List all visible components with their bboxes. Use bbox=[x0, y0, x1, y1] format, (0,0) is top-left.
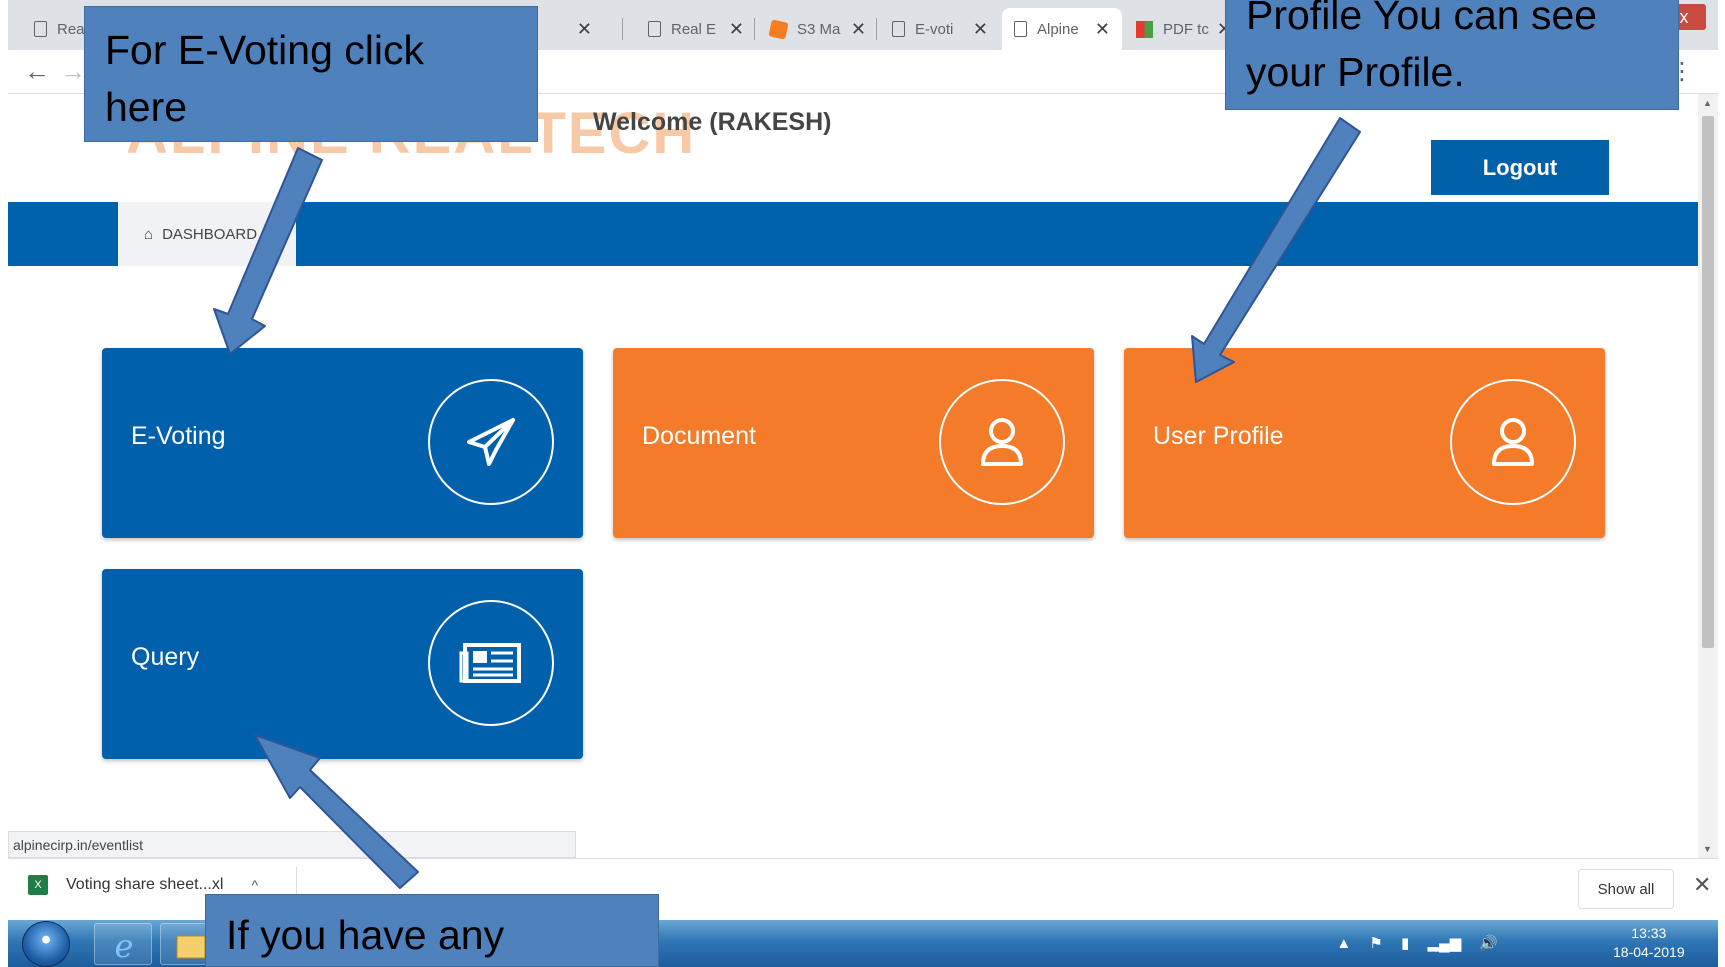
browser-tab-3[interactable]: Real E ✕ bbox=[636, 8, 756, 50]
page-content: ALPINE REALTECH Welcome (RAKESH) Logout … bbox=[8, 94, 1698, 858]
tab-title: PDF tc bbox=[1163, 20, 1209, 38]
system-tray: ▲ ⚑ ▮ ▂▄▆ 🔊 bbox=[1322, 934, 1498, 952]
document-icon bbox=[892, 21, 905, 37]
evoting-card[interactable]: E-Voting bbox=[102, 348, 583, 538]
tab-title: E-voti bbox=[915, 20, 954, 38]
scrollbar-thumb[interactable] bbox=[1702, 116, 1714, 648]
signal-icon[interactable]: ▂▄▆ bbox=[1427, 935, 1461, 952]
scroll-down-icon[interactable]: ▼ bbox=[1703, 844, 1712, 854]
user-icon bbox=[1450, 379, 1576, 505]
tab-separator bbox=[876, 18, 877, 40]
battery-icon[interactable]: ▮ bbox=[1401, 935, 1409, 952]
volume-icon[interactable]: 🔊 bbox=[1479, 935, 1498, 952]
callout-evoting: For E-Voting click here bbox=[84, 6, 538, 142]
clock-date: 18-04-2019 bbox=[1613, 944, 1685, 960]
nav-item-dashboard[interactable]: ⌂ DASHBOARD bbox=[118, 202, 296, 266]
newspaper-icon bbox=[428, 600, 554, 726]
browser-tab-5[interactable]: E-voti ✕ bbox=[880, 8, 1000, 50]
browser-tab-6-active[interactable]: Alpine ✕ bbox=[1002, 8, 1122, 50]
box-icon bbox=[768, 18, 789, 40]
callout-query: If you have any bbox=[205, 894, 659, 967]
clock-time: 13:33 bbox=[1631, 925, 1667, 941]
document-card[interactable]: Document bbox=[613, 348, 1094, 538]
download-item[interactable]: X Voting share sheet...xl ^ bbox=[28, 875, 258, 895]
svg-text:e: e bbox=[115, 927, 134, 965]
home-icon: ⌂ bbox=[144, 225, 154, 243]
card-label: User Profile bbox=[1153, 422, 1284, 450]
scroll-up-icon[interactable]: ▲ bbox=[1703, 98, 1712, 108]
show-all-button[interactable]: Show all bbox=[1578, 869, 1674, 909]
tray-expand-icon[interactable]: ▲ bbox=[1336, 935, 1351, 952]
close-icon[interactable]: ✕ bbox=[973, 19, 988, 40]
card-label: Document bbox=[642, 422, 756, 450]
query-card[interactable]: Query bbox=[102, 569, 583, 759]
excel-file-icon: X bbox=[28, 875, 48, 895]
document-icon bbox=[34, 21, 47, 37]
nav-item-label: DASHBOARD bbox=[162, 225, 258, 243]
logout-button[interactable]: Logout bbox=[1431, 140, 1609, 195]
user-profile-card[interactable]: User Profile bbox=[1124, 348, 1605, 538]
document-icon bbox=[648, 21, 661, 37]
callout-profile: Profile You can see your Profile. bbox=[1225, 0, 1679, 110]
flag-icon[interactable]: ⚑ bbox=[1369, 935, 1382, 952]
close-icon[interactable]: ✕ bbox=[1095, 19, 1110, 40]
welcome-text: Welcome (RAKESH) bbox=[593, 108, 832, 136]
tab-separator bbox=[622, 18, 623, 40]
internet-explorer-icon[interactable]: e bbox=[94, 923, 152, 965]
tab-separator bbox=[754, 18, 755, 40]
tab-title: Real E bbox=[671, 20, 717, 38]
user-icon bbox=[939, 379, 1065, 505]
close-icon[interactable]: ✕ bbox=[851, 19, 866, 40]
card-label: Query bbox=[131, 643, 200, 671]
main-navbar: ⌂ DASHBOARD bbox=[8, 202, 1698, 266]
tab-title: S3 Ma bbox=[797, 20, 841, 38]
paper-plane-icon bbox=[428, 379, 554, 505]
close-icon[interactable]: ✕ bbox=[729, 19, 744, 40]
back-arrow-icon[interactable]: ← bbox=[22, 56, 52, 86]
download-filename: Voting share sheet...xl bbox=[66, 876, 224, 893]
tab-title: Alpine bbox=[1037, 20, 1079, 38]
close-icon[interactable]: ✕ bbox=[1693, 872, 1711, 898]
page-scrollbar[interactable]: ▲ ▼ bbox=[1698, 94, 1718, 858]
browser-tab-4[interactable]: S3 Ma ✕ bbox=[758, 8, 878, 50]
pdf-icon bbox=[1136, 20, 1153, 38]
start-button[interactable] bbox=[22, 921, 70, 967]
chevron-up-icon[interactable]: ^ bbox=[251, 877, 258, 893]
status-url-bar: alpinecirp.in/eventlist bbox=[8, 831, 576, 858]
card-label: E-Voting bbox=[131, 422, 226, 450]
taskbar-clock[interactable]: 13:33 18-04-2019 bbox=[1613, 924, 1685, 962]
close-icon[interactable]: ✕ bbox=[577, 19, 592, 40]
document-icon bbox=[1014, 21, 1027, 37]
